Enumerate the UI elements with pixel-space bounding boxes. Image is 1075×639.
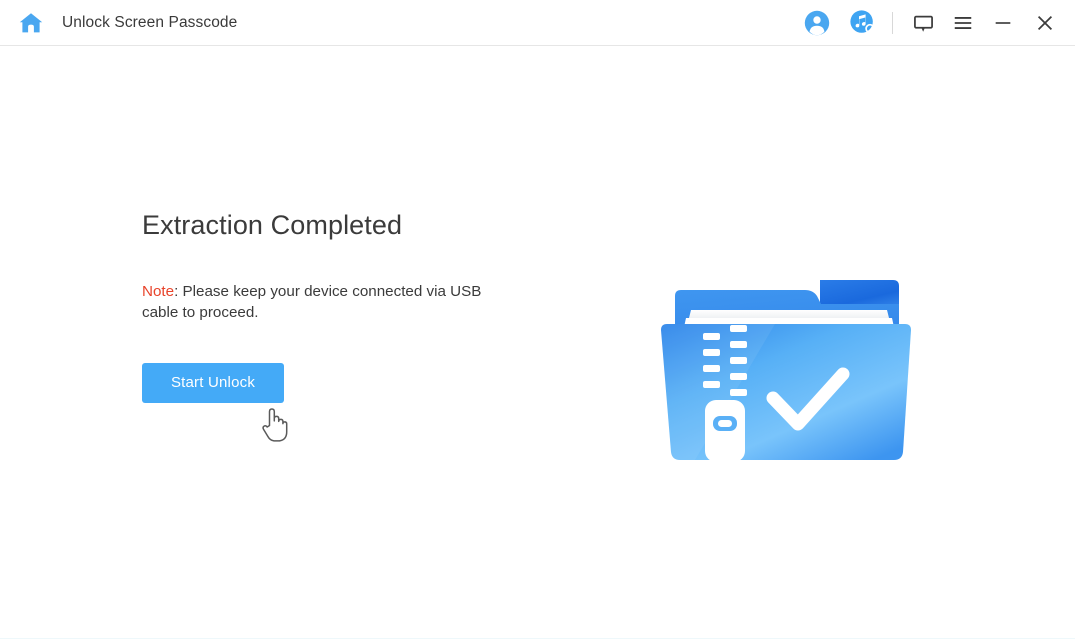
note-label: Note xyxy=(142,283,174,300)
note-message: Note: Please keep your device connected … xyxy=(142,281,487,323)
zip-folder-completed-illustration xyxy=(655,274,925,470)
close-icon[interactable] xyxy=(1023,0,1067,46)
status-panel: Extraction Completed Note: Please keep y… xyxy=(142,209,562,403)
feedback-icon[interactable] xyxy=(903,0,943,46)
titlebar: Unlock Screen Passcode xyxy=(0,0,1075,46)
main-content: Extraction Completed Note: Please keep y… xyxy=(0,46,1075,638)
page-title: Unlock Screen Passcode xyxy=(62,14,237,32)
titlebar-divider xyxy=(892,12,893,34)
pointing-hand-cursor xyxy=(258,406,292,444)
start-unlock-button[interactable]: Start Unlock xyxy=(142,363,284,403)
minimize-icon[interactable] xyxy=(983,0,1023,46)
home-icon[interactable] xyxy=(18,10,44,36)
status-headline: Extraction Completed xyxy=(142,209,562,243)
account-icon[interactable] xyxy=(794,0,840,46)
note-body: : Please keep your device connected via … xyxy=(142,283,481,321)
music-search-icon[interactable] xyxy=(840,0,886,46)
menu-icon[interactable] xyxy=(943,0,983,46)
app-window: Unlock Screen Passcode xyxy=(0,0,1075,639)
titlebar-actions xyxy=(794,0,1075,46)
